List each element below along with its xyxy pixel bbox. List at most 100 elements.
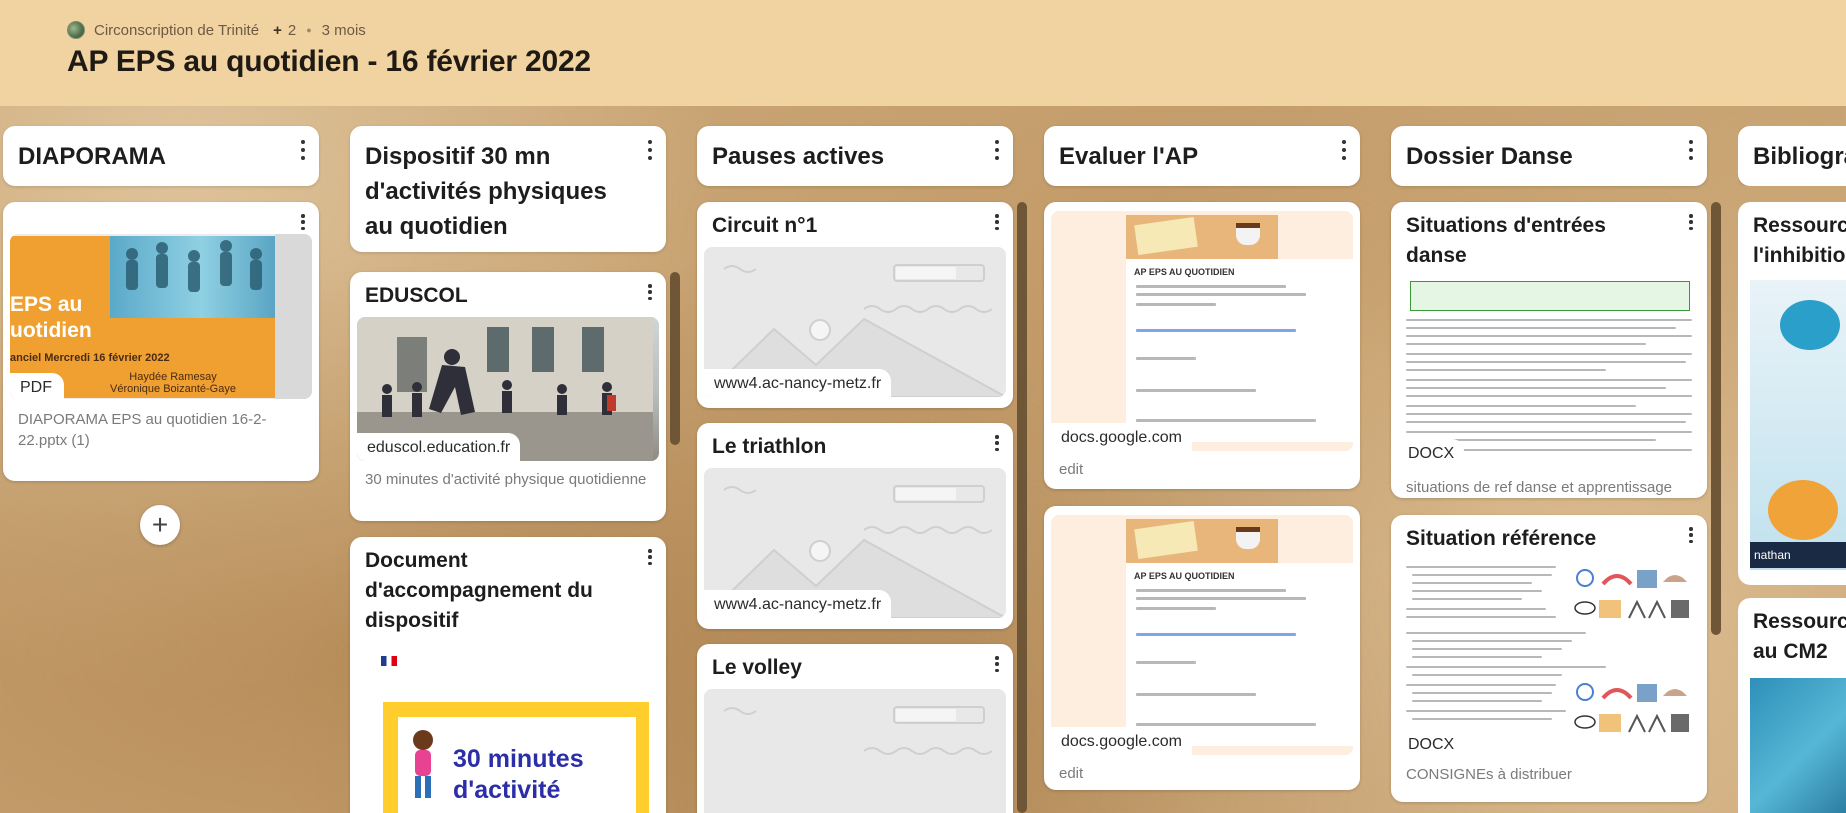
column-header: DIAPORAMA [3,126,319,186]
slide-thumbnail: EPS au uotidien anciel Mercredi 16 févri… [10,234,312,399]
post-menu-icon[interactable] [644,549,656,565]
post-title: Circuit n°1 [712,214,818,237]
child-figure-icon [413,730,433,798]
post-subtitle: CONSIGNEs à distribuer [1406,766,1572,783]
post-title: Situations d'entrées danse [1406,214,1606,267]
post-card-clip: Ressources l'inhibition nathan [1738,202,1846,585]
board-header: Circonscription de Trinité + 2 ● 3 mois … [0,0,1846,106]
link-domain-chip: www4.ac-nancy-metz.fr [704,590,892,618]
post-card[interactable]: Situations d'entrées danse DOCX situatio… [1391,202,1707,498]
author-avatar[interactable] [67,21,85,39]
academie-logo [381,656,397,666]
post-title: EDUSCOL [365,284,468,307]
add-post-button[interactable]: + [140,505,180,545]
post-card[interactable]: Ressources au CM2 [1738,598,1846,813]
post-card[interactable]: AP EPS AU QUOTIDIEN docs.google.com edit [1044,202,1360,489]
post-menu-icon[interactable] [297,214,309,230]
column-diaporama: DIAPORAMA [3,126,319,186]
form-title: AP EPS AU QUOTIDIEN [1134,571,1235,581]
post-card[interactable]: Circuit n°1 www4.ac-nancy-metz.fr [697,202,1013,408]
poster-line-2: d'activité [453,776,561,804]
post-card[interactable]: AP EPS AU QUOTIDIEN docs.google.com edit [1044,506,1360,790]
form-header-image [1126,519,1278,563]
column-dossier-danse: Dossier Danse [1391,126,1707,186]
slide-date: anciel Mercredi 16 février 2022 [10,352,170,364]
post-menu-icon[interactable] [991,435,1003,451]
link-domain-chip: www4.ac-nancy-metz.fr [704,369,892,397]
column-header: Evaluer l'AP [1044,126,1360,186]
post-title: Ressources au CM2 [1753,610,1846,663]
column-header: Dossier Danse [1391,126,1707,186]
document-poster: 30 minutes d'activité [383,702,649,813]
separator-dot: ● [306,25,312,35]
column-menu-icon[interactable] [1685,140,1697,160]
column-menu-icon[interactable] [297,140,309,160]
author-name[interactable]: Circonscription de Trinité [94,22,259,39]
post-menu-icon[interactable] [991,656,1003,672]
post-subtitle: situations de ref danse et apprentissage [1406,479,1673,496]
column-scrollbar[interactable] [1711,202,1721,635]
column-title: Evaluer l'AP [1059,143,1199,170]
column-dispositif: Dispositif 30 mn d'activités physiques a… [350,126,666,252]
file-type-chip: DOCX [1398,439,1465,467]
document-thumbnail: DOCX [1398,277,1700,467]
placeholder-image-icon [723,706,993,755]
form-header-image [1126,215,1278,259]
link-domain-chip: docs.google.com [1051,727,1192,755]
column-scrollbar[interactable] [1017,202,1027,813]
board-title: AP EPS au quotidien - 16 février 2022 [67,45,591,78]
form-thumbnail: AP EPS AU QUOTIDIEN docs.google.com [1051,515,1353,755]
column-menu-icon[interactable] [1338,140,1350,160]
post-menu-icon[interactable] [1685,214,1697,230]
file-type-chip: DOCX [1398,730,1465,758]
link-placeholder-thumbnail [704,689,1006,813]
post-menu-icon[interactable] [644,284,656,300]
column-menu-icon[interactable] [991,140,1003,160]
document-thumbnail: DOCX [1398,560,1700,758]
column-title: Dossier Danse [1406,143,1573,170]
column-evaluer: Evaluer l'AP [1044,126,1360,186]
column-header: Pauses actives [697,126,1013,186]
form-thumbnail: AP EPS AU QUOTIDIEN docs.google.com [1051,211,1353,451]
children-silhouettes [126,240,288,292]
column-bibliographie: Bibliographie [1738,126,1846,186]
poster-line-1: 30 minutes [453,745,584,773]
post-title: Ressources l'inhibition [1753,214,1846,267]
book-cover: nathan [1750,280,1846,570]
post-subtitle: 30 minutes d'activité physique quotidien… [365,471,647,488]
form-title: AP EPS AU QUOTIDIEN [1134,267,1235,277]
link-domain-chip: eduscol.education.fr [357,433,521,461]
post-card[interactable]: Ressources l'inhibition nathan [1738,202,1846,585]
column-title: DIAPORAMA [18,143,166,170]
post-card-clip: Ressources au CM2 [1738,598,1846,813]
slide-authors: Haydée Ramesay Véronique Boizanté-Gaye [110,371,236,395]
file-type-chip: PDF [10,373,64,399]
post-title: Le triathlon [712,435,827,458]
column-title: Dispositif 30 mn d'activités physiques a… [365,143,607,240]
column-title: Pauses actives [712,143,885,170]
book-cover [1750,678,1846,813]
post-card[interactable]: Le volley [697,644,1013,813]
post-title: Document d'accompagnement du dispositif [365,549,593,632]
column-header: Bibliographie [1738,126,1846,186]
link-placeholder-thumbnail: www4.ac-nancy-metz.fr [704,247,1006,397]
post-subtitle: edit [1059,461,1084,478]
column-menu-icon[interactable] [644,140,656,160]
plus-icon: + [273,21,282,39]
post-menu-icon[interactable] [991,214,1003,230]
post-subtitle: edit [1059,765,1084,782]
column-title: Bibliographie [1753,143,1846,170]
column-scrollbar[interactable] [670,272,680,445]
post-card[interactable]: Le triathlon www4.ac-nancy-metz.fr [697,423,1013,629]
post-menu-icon[interactable] [1685,527,1697,543]
post-card[interactable]: Situation référence DOCX CONSIGNEs à dis… [1391,515,1707,802]
link-domain-chip: docs.google.com [1051,423,1192,451]
column-pauses-actives: Pauses actives [697,126,1013,186]
post-card[interactable]: EDUSCOL eduscol.education.fr 30 minutes … [350,272,666,521]
post-card[interactable]: EPS au uotidien anciel Mercredi 16 févri… [3,202,319,481]
post-title: Le volley [712,656,802,679]
link-thumbnail: eduscol.education.fr [357,317,659,461]
dance-pictograms [1573,680,1691,738]
contributors-count[interactable]: 2 [288,22,296,39]
post-card[interactable]: Document d'accompagnement du dispositif … [350,537,666,813]
